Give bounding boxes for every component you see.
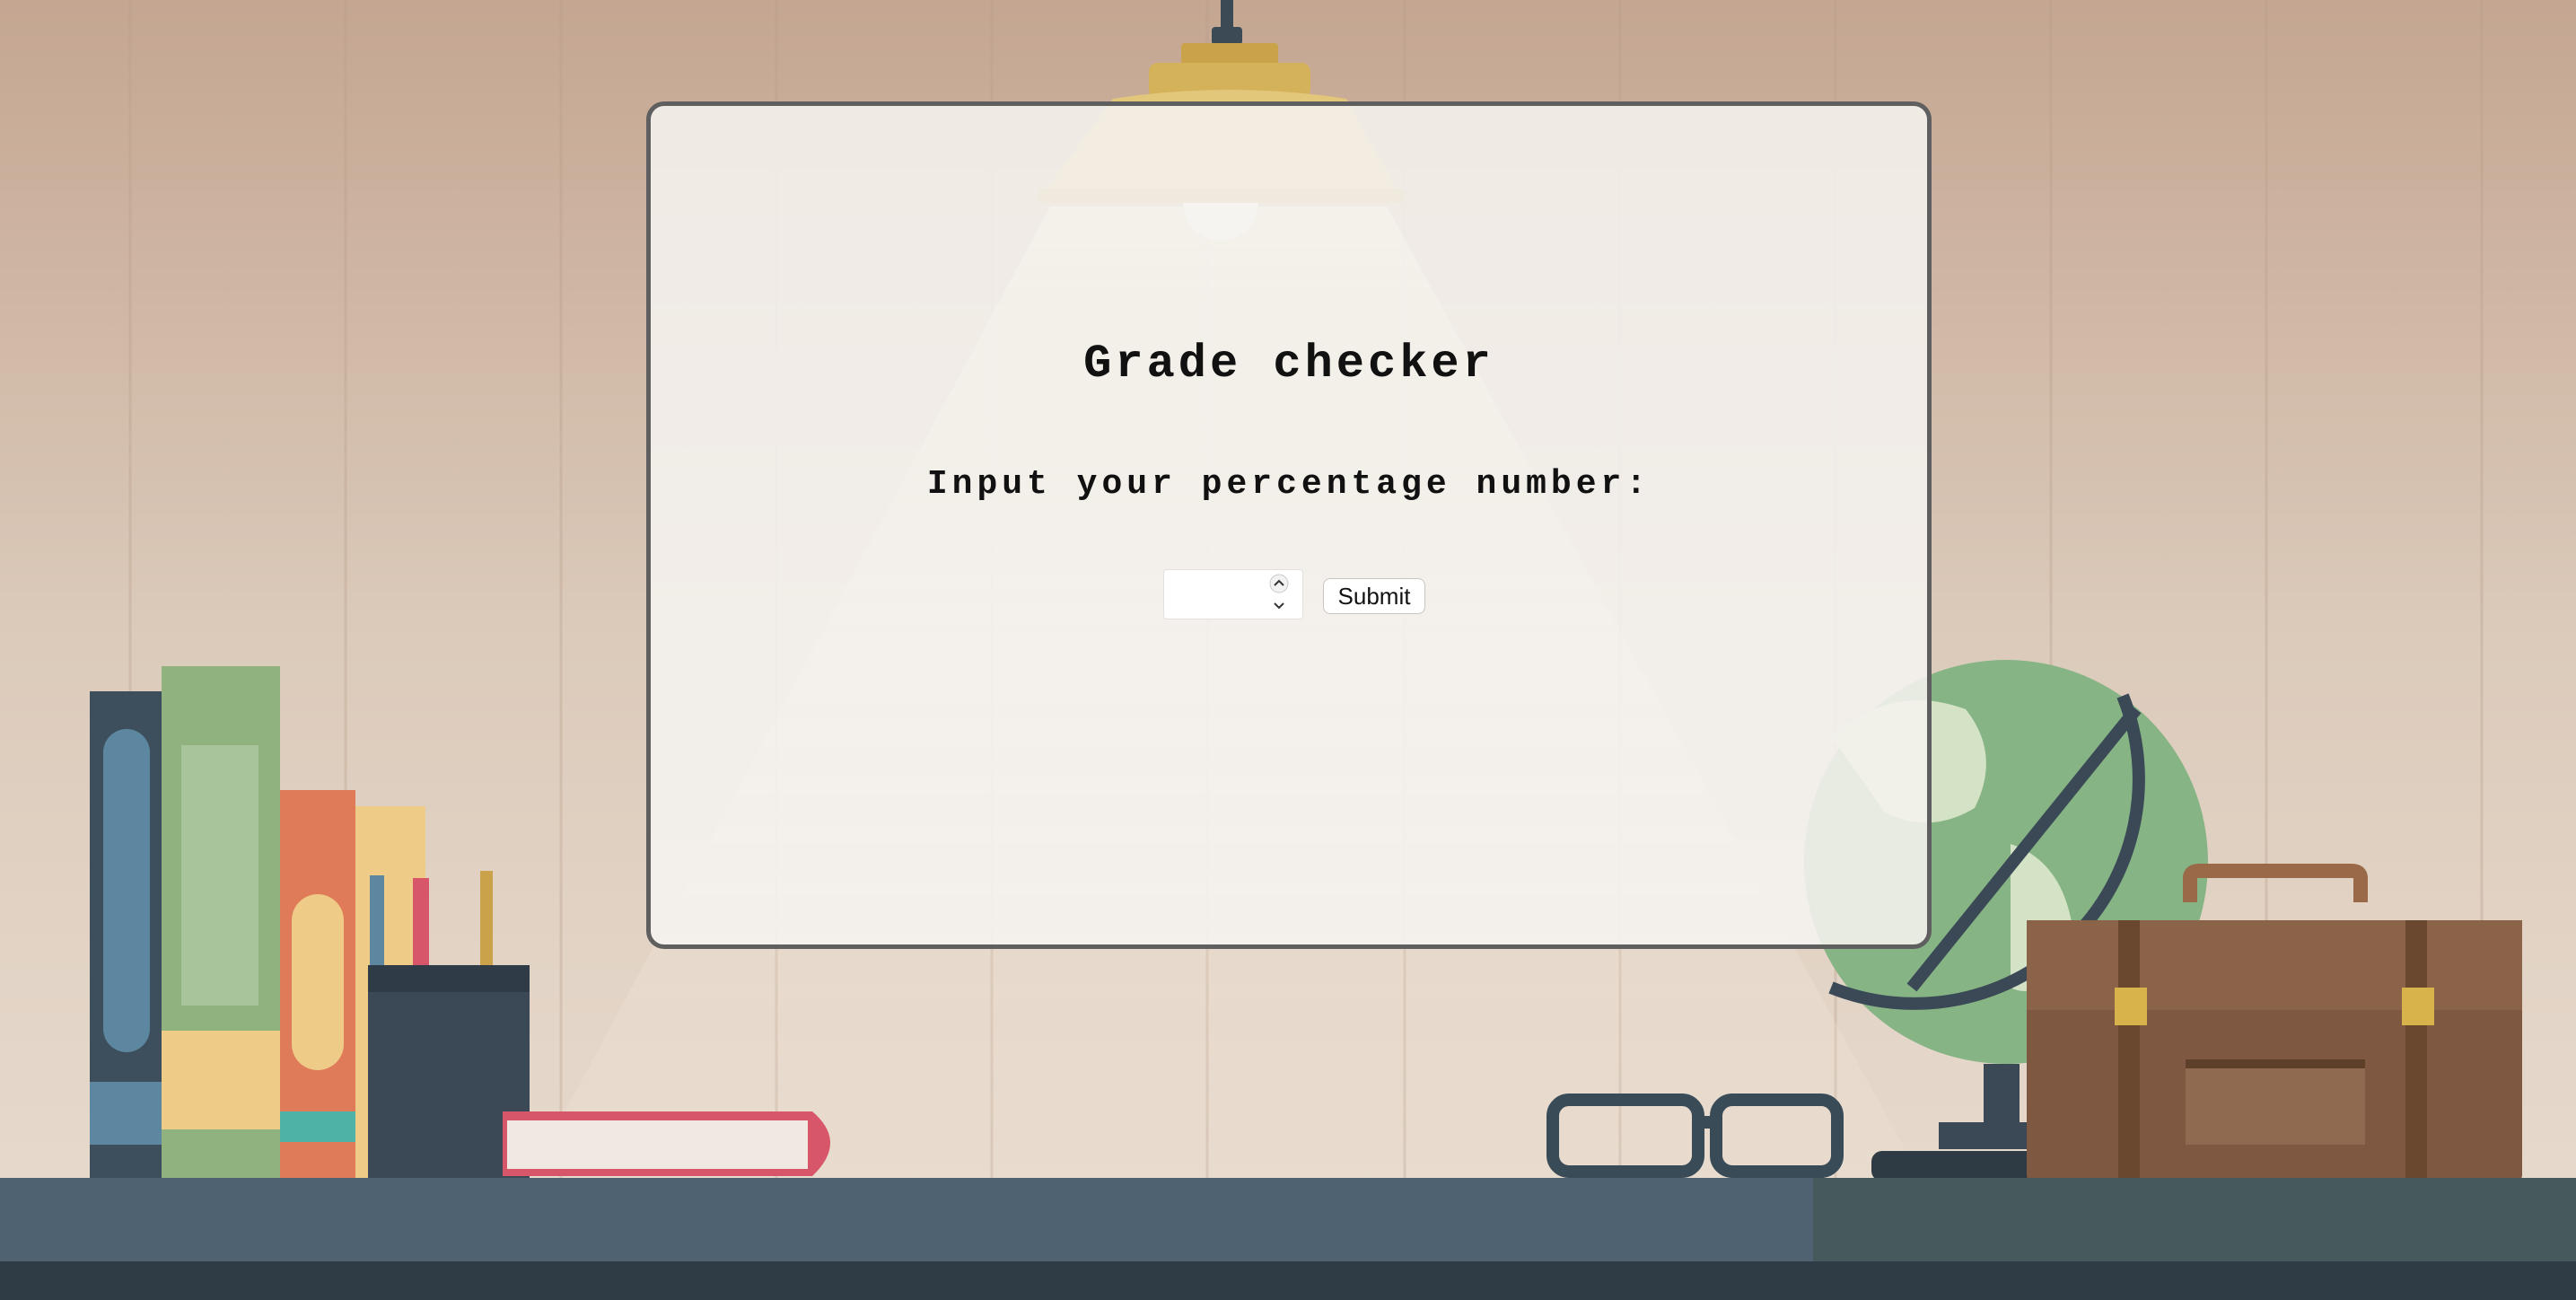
page-title: Grade checker [1083, 338, 1494, 391]
chevron-up-icon[interactable] [1269, 574, 1289, 593]
grade-checker-card: Grade checker Input your percentage numb… [646, 101, 1932, 949]
percentage-prompt: Input your percentage number: [926, 465, 1652, 504]
chevron-down-icon[interactable] [1269, 595, 1289, 615]
submit-button[interactable]: Submit [1323, 578, 1425, 614]
grade-form: Submit [1163, 569, 1433, 623]
number-stepper [1264, 573, 1294, 616]
desk-top-shade [1813, 1178, 2576, 1261]
lying-book [503, 1111, 830, 1176]
desk-edge [0, 1261, 2576, 1300]
